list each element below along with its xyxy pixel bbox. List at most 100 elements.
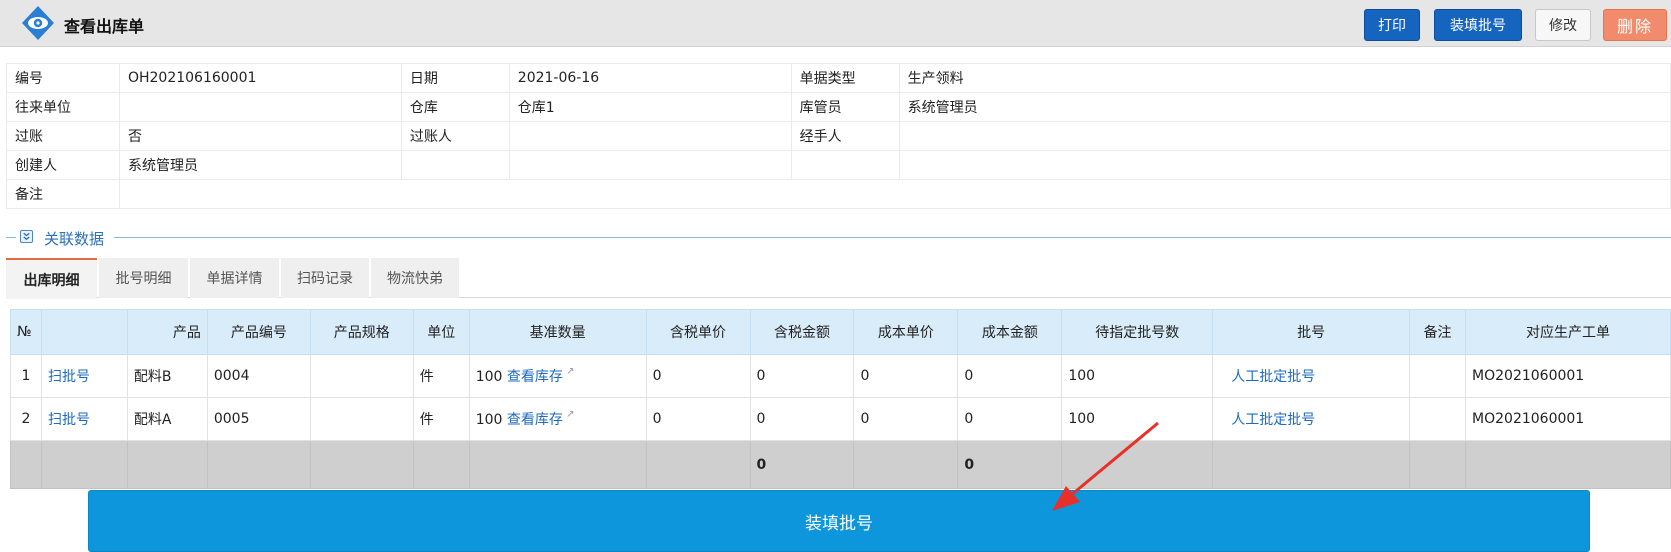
column-header: 待指定批号数	[1061, 309, 1214, 355]
column-header	[40, 309, 128, 355]
eye-logo-icon	[22, 6, 54, 40]
spec-cell	[309, 397, 414, 441]
page-title: 查看出库单	[64, 17, 145, 36]
unit-cell: 件	[412, 354, 470, 398]
tax-amount-cell: 0	[749, 354, 855, 398]
info-row: 往来单位 仓库 仓库1 库管员 系统管理员	[6, 92, 1671, 122]
field-label: 库管员	[790, 92, 900, 122]
product-cell: 配料A	[126, 397, 208, 441]
quantity-cell: 100 查看库存 ↗	[468, 397, 647, 441]
column-header: 成本金额	[957, 309, 1063, 355]
tab-document-detail[interactable]: 单据详情	[190, 258, 279, 298]
column-header: 批号	[1212, 309, 1411, 355]
column-header: 产品	[126, 309, 208, 355]
field-value: 生产领料	[898, 63, 1671, 93]
view-stock-link[interactable]: 查看库存	[507, 412, 563, 428]
tab-bar: 出库明细 批号明细 单据详情 扫码记录 物流快弟	[6, 258, 1671, 299]
field-value: 仓库1	[508, 92, 792, 122]
remark-cell	[1409, 354, 1467, 398]
table-header-row: № 产品 产品编号 产品规格 单位 基准数量 含税单价 含税金额 成本单价 成本…	[10, 309, 1671, 355]
quantity-cell: 100 查看库存 ↗	[468, 354, 647, 398]
remark-cell	[1409, 397, 1467, 441]
tab-scan-records[interactable]: 扫码记录	[281, 258, 369, 298]
summary-cell	[40, 440, 128, 489]
field-label: 过账	[6, 121, 120, 151]
summary-cell	[1465, 440, 1671, 489]
field-label: 过账人	[400, 121, 510, 151]
cost-price-cell: 0	[853, 397, 959, 441]
edit-button[interactable]: 修改	[1535, 9, 1591, 41]
summary-cell	[853, 440, 959, 489]
column-header: 单位	[412, 309, 470, 355]
section-divider	[114, 237, 1671, 238]
summary-cell	[206, 440, 311, 489]
work-order-cell: MO2021060001	[1465, 354, 1671, 398]
fill-batch-button[interactable]: 装填批号	[1434, 9, 1522, 41]
column-header: 备注	[1409, 309, 1467, 355]
product-cell: 配料B	[126, 354, 208, 398]
external-link-icon: ↗	[562, 409, 575, 420]
table-row: 2 扫批号 配料A 0005 件 100 查看库存 ↗ 0 0 0 0 100 …	[10, 397, 1671, 441]
field-value: 2021-06-16	[508, 63, 792, 93]
section-title: 关联数据	[40, 228, 109, 249]
tax-amount-total: 0	[749, 440, 855, 489]
column-header: 含税金额	[749, 309, 855, 355]
summary-row: 0 0	[10, 440, 1671, 489]
fill-batch-action-button[interactable]: 装填批号	[88, 490, 1590, 552]
field-value	[898, 150, 1671, 180]
summary-cell	[10, 440, 42, 489]
quantity-value: 100	[475, 369, 503, 385]
unit-cell: 件	[412, 397, 470, 441]
section-divider	[6, 237, 16, 238]
summary-cell	[468, 440, 647, 489]
field-label: 仓库	[400, 92, 510, 122]
work-order-cell: MO2021060001	[1465, 397, 1671, 441]
field-value: 系统管理员	[118, 150, 402, 180]
page: 查看出库单 打印 装填批号 修改 删除 编号 OH202106160001 日期…	[0, 0, 1671, 552]
column-header: 产品规格	[309, 309, 414, 355]
cost-amount-cell: 0	[957, 397, 1063, 441]
row-number: 2	[10, 397, 42, 441]
pending-batch-cell: 100	[1061, 397, 1214, 441]
summary-cell	[1061, 440, 1214, 489]
product-code-cell: 0005	[206, 397, 311, 441]
field-label	[790, 150, 900, 180]
column-header: 成本单价	[853, 309, 959, 355]
summary-cell	[1212, 440, 1411, 489]
cost-price-cell: 0	[853, 354, 959, 398]
collapse-toggle[interactable]	[20, 230, 33, 243]
field-value	[118, 92, 402, 122]
print-button[interactable]: 打印	[1364, 9, 1420, 41]
related-data-section: 关联数据	[6, 228, 1671, 249]
tax-amount-cell: 0	[749, 397, 855, 441]
tab-outbound-detail[interactable]: 出库明细	[6, 258, 97, 299]
table-row: 1 扫批号 配料B 0004 件 100 查看库存 ↗ 0 0 0 0 100 …	[10, 354, 1671, 398]
tab-batch-detail[interactable]: 批号明细	[99, 258, 188, 298]
manual-batch-link[interactable]: 人工批定批号	[1231, 369, 1315, 385]
cost-amount-cell: 0	[957, 354, 1063, 398]
column-header: 产品编号	[206, 309, 311, 355]
column-header: 基准数量	[468, 309, 647, 355]
column-header: 对应生产工单	[1465, 309, 1671, 355]
spec-cell	[309, 354, 414, 398]
quantity-value: 100	[475, 412, 503, 428]
delete-button[interactable]: 删除	[1603, 9, 1667, 41]
outbound-items-table: № 产品 产品编号 产品规格 单位 基准数量 含税单价 含税金额 成本单价 成本…	[10, 309, 1671, 489]
view-stock-link[interactable]: 查看库存	[507, 369, 563, 385]
tax-price-cell: 0	[645, 397, 751, 441]
field-label: 创建人	[6, 150, 120, 180]
double-chevron-down-icon	[23, 232, 30, 241]
manual-batch-link[interactable]: 人工批定批号	[1231, 412, 1315, 428]
field-label: 日期	[400, 63, 510, 93]
remark-value	[118, 179, 1671, 209]
info-row: 创建人 系统管理员	[6, 150, 1671, 180]
scan-batch-link[interactable]: 扫批号	[48, 412, 90, 428]
tax-price-cell: 0	[645, 354, 751, 398]
scan-batch-link[interactable]: 扫批号	[48, 369, 90, 385]
summary-cell	[645, 440, 751, 489]
summary-cell	[309, 440, 414, 489]
tab-logistics[interactable]: 物流快弟	[371, 258, 459, 298]
product-code-cell: 0004	[206, 354, 311, 398]
field-value: 系统管理员	[898, 92, 1671, 122]
page-header: 查看出库单 打印 装填批号 修改 删除	[0, 0, 1671, 47]
